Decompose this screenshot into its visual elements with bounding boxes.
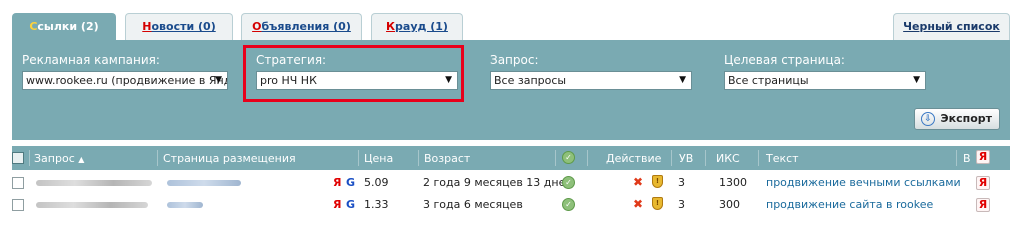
column-separator	[29, 150, 30, 166]
column-separator	[358, 150, 359, 166]
sort-asc-icon: ▲	[78, 155, 85, 164]
column-separator	[555, 150, 556, 166]
tab-blacklist-label: Черный список	[903, 20, 1000, 33]
column-separator	[758, 150, 759, 166]
target-page-label: Целевая страница:	[724, 53, 845, 67]
uv-cell: 3	[678, 176, 685, 189]
iks-cell: 300	[719, 198, 740, 211]
tab-news-label: Новости (0)	[142, 20, 216, 33]
query-select[interactable]: Все запросы ▼	[490, 71, 692, 90]
text-link[interactable]: продвижение вечными ссылками	[766, 176, 961, 189]
campaign-label: Рекламная кампания:	[22, 53, 160, 67]
page-link-redacted[interactable]	[167, 202, 203, 208]
yandex-icon[interactable]: Я	[333, 198, 341, 211]
dropdown-arrow-icon: ▼	[679, 75, 686, 85]
yandex-icon[interactable]: Я	[976, 150, 990, 164]
row-checkbox[interactable]	[12, 177, 24, 189]
campaign-select[interactable]: www.rookee.ru (продвижение в Янд ▼	[22, 71, 228, 90]
shield-icon[interactable]: !	[652, 175, 663, 188]
export-button-label: Экспорт	[940, 112, 992, 125]
select-all-checkbox[interactable]	[12, 152, 24, 164]
row-checkbox[interactable]	[12, 199, 24, 211]
yandex-icon[interactable]: Я	[976, 198, 990, 212]
header-iks[interactable]: ИКС	[716, 152, 740, 165]
query-value-redacted	[36, 180, 152, 186]
tab-news[interactable]: Новости (0)	[125, 13, 233, 40]
header-uv[interactable]: УВ	[679, 152, 693, 165]
iks-cell: 1300	[719, 176, 747, 189]
campaign-select-value: www.rookee.ru (продвижение в Янд	[26, 74, 228, 87]
dropdown-arrow-icon: ▼	[215, 75, 222, 85]
tab-crowd[interactable]: Крауд (1)	[371, 13, 463, 40]
table-row: Я G 1.33 3 года 6 месяцев ✓ ✖ ! 3 300 пр…	[12, 194, 1010, 216]
check-circle-icon: ✓	[562, 151, 575, 164]
header-price[interactable]: Цена	[364, 152, 393, 165]
column-separator	[418, 150, 419, 166]
header-age[interactable]: Возраст	[424, 152, 470, 165]
price-cell: 5.09	[364, 176, 389, 189]
query-label: Запрос:	[490, 53, 539, 67]
export-button[interactable]: ⇩ Экспорт	[914, 108, 1000, 130]
price-cell: 1.33	[364, 198, 389, 211]
page-link-redacted[interactable]	[167, 180, 241, 186]
query-value-redacted	[36, 202, 148, 208]
strategy-highlight-box	[243, 45, 464, 102]
table-row: Я G 5.09 2 года 9 месяцев 13 дней ✓ ✖ ! …	[12, 172, 1010, 194]
target-page-select-value: Все страницы	[728, 74, 809, 87]
target-page-select[interactable]: Все страницы ▼	[724, 71, 926, 90]
query-select-value: Все запросы	[494, 74, 567, 87]
uv-cell: 3	[678, 198, 685, 211]
column-separator	[671, 150, 672, 166]
check-circle-icon[interactable]: ✓	[562, 176, 575, 189]
tab-blacklist[interactable]: Черный список	[893, 13, 1010, 40]
column-separator	[587, 150, 588, 166]
header-text[interactable]: Текст	[766, 152, 799, 165]
text-link[interactable]: продвижение сайта в rookee	[766, 198, 933, 211]
age-cell: 2 года 9 месяцев 13 дней	[423, 176, 573, 189]
header-query[interactable]: Запрос ▲	[34, 152, 84, 165]
tab-bar: Ссылки (2) Новости (0) Объявления (0) Кр…	[0, 0, 1024, 41]
column-separator	[157, 150, 158, 166]
header-action: Действие	[606, 152, 662, 165]
yandex-icon[interactable]: Я	[976, 176, 990, 190]
google-icon[interactable]: G	[346, 198, 355, 211]
tab-ads[interactable]: Объявления (0)	[241, 13, 362, 40]
download-icon: ⇩	[921, 112, 935, 126]
tab-ads-label: Объявления (0)	[252, 20, 351, 33]
age-cell: 3 года 6 месяцев	[423, 198, 523, 211]
table-header: Запрос ▲ Страница размещения Цена Возрас…	[12, 146, 1010, 170]
header-v: В	[963, 152, 971, 165]
tab-links-label: Ссылки (2)	[29, 20, 99, 33]
header-page[interactable]: Страница размещения	[163, 152, 296, 165]
x-icon[interactable]: ✖	[633, 175, 643, 189]
dropdown-arrow-icon: ▼	[913, 75, 920, 85]
column-separator	[705, 150, 706, 166]
google-icon[interactable]: G	[346, 176, 355, 189]
check-circle-icon[interactable]: ✓	[562, 198, 575, 211]
tab-crowd-label: Крауд (1)	[386, 20, 448, 33]
yandex-icon[interactable]: Я	[333, 176, 341, 189]
filter-panel: Рекламная кампания: www.rookee.ru (продв…	[12, 40, 1010, 140]
tab-links[interactable]: Ссылки (2)	[12, 13, 116, 41]
column-separator	[956, 150, 957, 166]
x-icon[interactable]: ✖	[633, 197, 643, 211]
shield-icon[interactable]: !	[652, 197, 663, 210]
